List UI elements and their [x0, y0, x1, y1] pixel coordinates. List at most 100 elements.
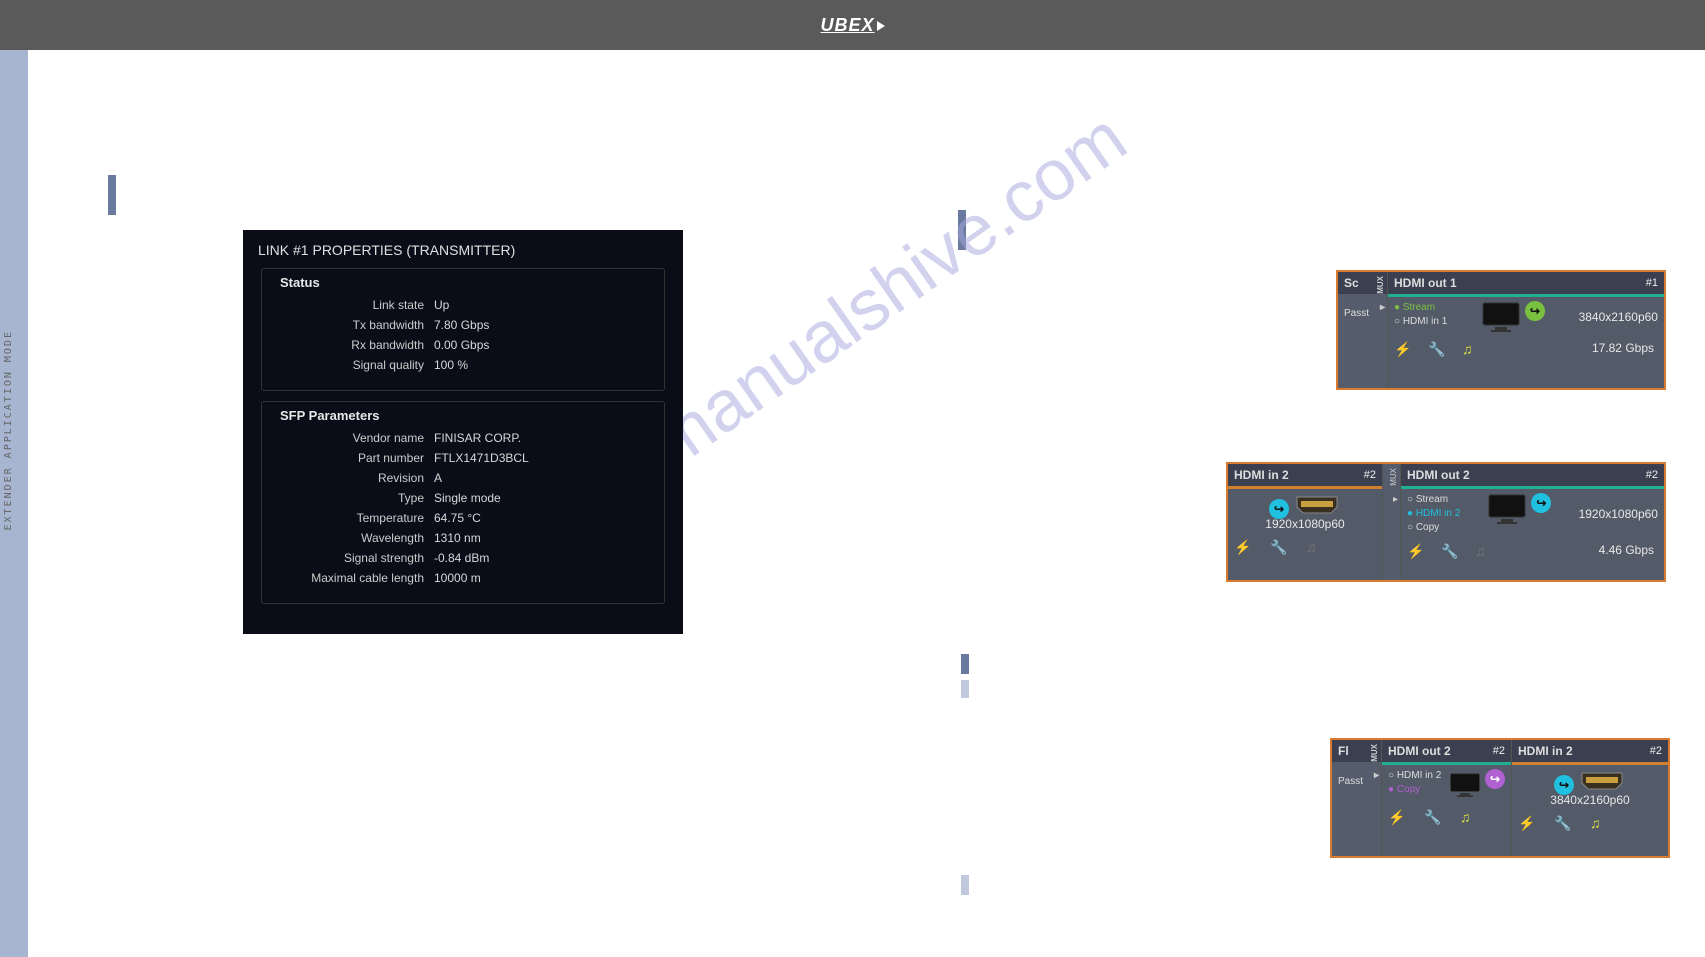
prop-label: Type: [274, 491, 434, 505]
input-header: HDMI in 2 #2: [1512, 740, 1668, 762]
side-header: Fl MUX ▸: [1332, 740, 1381, 762]
status-section-title: Status: [274, 275, 326, 290]
output-header: HDMI out 2 #2: [1382, 740, 1511, 762]
prop-value: Up: [434, 298, 449, 312]
prop-value: A: [434, 471, 442, 485]
key-icon: 🔧: [1554, 815, 1568, 829]
monitor-row: ↪: [1481, 301, 1545, 333]
marker: [958, 210, 966, 250]
output-title: HDMI out 2: [1407, 468, 1470, 482]
hdmi-2-tile[interactable]: HDMI in 2 #2 ↪ 1920x1080p60 ⚡ 🔧 ♫ MUX ▸: [1226, 462, 1666, 582]
audio-icon: ♫: [1590, 815, 1604, 829]
marker: [961, 875, 969, 895]
prop-row: Temperature64.75 °C: [274, 511, 652, 525]
prop-value: FTLX1471D3BCL: [434, 451, 529, 465]
hdmi-port-icon: [1293, 493, 1341, 517]
prop-label: Rx bandwidth: [274, 338, 434, 352]
sfp-section-title: SFP Parameters: [274, 408, 386, 423]
input-header: HDMI in 2 #2: [1228, 464, 1382, 486]
hdmi-3-tile[interactable]: Fl MUX ▸ Passt HDMI out 2 #2 HDMI in 2 C…: [1330, 738, 1670, 858]
source-hdmi[interactable]: HDMI in 2: [1407, 507, 1460, 521]
marker: [108, 175, 116, 215]
resolution: 3840x2160p60: [1579, 310, 1658, 324]
prop-row: TypeSingle mode: [274, 491, 652, 505]
port-number: #2: [1650, 745, 1662, 757]
plug-icon: ⚡: [1407, 543, 1421, 557]
monitor-icon: [1487, 493, 1527, 525]
key-icon: 🔧: [1441, 543, 1455, 557]
port-number: #2: [1364, 469, 1376, 481]
input-icon: ↪: [1554, 775, 1574, 795]
output-header: HDMI out 2 #2: [1401, 464, 1664, 486]
prop-row: Link stateUp: [274, 298, 652, 312]
source-copy[interactable]: Copy: [1407, 521, 1460, 535]
prop-label: Signal strength: [274, 551, 434, 565]
prop-value: 10000 m: [434, 571, 481, 585]
input-column: HDMI in 2 #2 ↪ 1920x1080p60 ⚡ 🔧 ♫: [1228, 464, 1383, 580]
source-copy[interactable]: Copy: [1388, 783, 1441, 797]
marker: [961, 680, 969, 698]
port-row: ↪: [1234, 493, 1376, 517]
prop-row: Wavelength1310 nm: [274, 531, 652, 545]
source-list: HDMI in 2 Copy: [1388, 769, 1441, 797]
port-number: #2: [1646, 469, 1658, 481]
prop-label: Part number: [274, 451, 434, 465]
output-resolution: 1920x1080p60: [1579, 507, 1658, 521]
input-footer-icons: ⚡ 🔧 ♫: [1228, 535, 1382, 557]
output-body: HDMI in 2 Copy ↪: [1382, 765, 1511, 805]
sfp-section: SFP Parameters Vendor nameFINISAR CORP. …: [261, 401, 665, 604]
prop-label: Vendor name: [274, 431, 434, 445]
monitor-icon: [1449, 769, 1481, 801]
prop-label: Tx bandwidth: [274, 318, 434, 332]
prop-row: Maximal cable length10000 m: [274, 571, 652, 585]
output-title: HDMI out 1: [1394, 276, 1457, 290]
port-row: ↪: [1518, 769, 1662, 793]
source-stream[interactable]: Stream: [1394, 301, 1447, 315]
port-number: #2: [1493, 745, 1505, 757]
mux-label: MUX: [1376, 276, 1385, 294]
side-sublabel: Passt: [1338, 776, 1363, 787]
prop-row: Tx bandwidth7.80 Gbps: [274, 318, 652, 332]
side-sublabel: Passt: [1344, 308, 1369, 319]
link-properties-panel: LINK #1 PROPERTIES (TRANSMITTER) Status …: [243, 230, 683, 634]
footer-icons: ⚡ 🔧 ♫ 17.82 Gbps: [1388, 337, 1664, 359]
output-column: HDMI out 2 #2 Stream HDMI in 2 Copy ↪ 19…: [1401, 464, 1664, 580]
side-header: Sc MUX ▸: [1338, 272, 1387, 294]
hdmi-out-1-tile[interactable]: Sc MUX ▸ Passt HDMI out 1 #1 Stream HDMI…: [1336, 270, 1666, 390]
plug-icon: ⚡: [1394, 341, 1408, 355]
plug-icon: ⚡: [1234, 539, 1248, 553]
bandwidth: 17.82 Gbps: [1592, 341, 1654, 355]
source-list: Stream HDMI in 1: [1394, 301, 1447, 329]
input-body: ↪ 1920x1080p60: [1228, 489, 1382, 535]
prop-row: Rx bandwidth0.00 Gbps: [274, 338, 652, 352]
bandwidth: 4.46 Gbps: [1599, 543, 1654, 557]
output-footer-icons: ⚡ 🔧 ♫ 4.46 Gbps: [1401, 539, 1664, 561]
plug-icon: ⚡: [1518, 815, 1532, 829]
prop-value: Single mode: [434, 491, 501, 505]
top-bar: UBEX: [0, 0, 1705, 50]
prop-value: 100 %: [434, 358, 468, 372]
key-icon: 🔧: [1428, 341, 1442, 355]
side-body: Passt: [1338, 294, 1387, 323]
arrow-right-icon: ▸: [1393, 494, 1398, 505]
source-hdmi[interactable]: HDMI in 1: [1394, 315, 1447, 329]
content-area: manualshive.com LINK #1 PROPERTIES (TRAN…: [28, 50, 1705, 957]
source-stream[interactable]: Stream: [1407, 493, 1460, 507]
output-title: HDMI out 2: [1388, 744, 1451, 758]
status-section: Status Link stateUp Tx bandwidth7.80 Gbp…: [261, 268, 665, 391]
monitor-row: ↪: [1449, 769, 1505, 801]
prop-label: Temperature: [274, 511, 434, 525]
input-column: HDMI in 2 #2 ↪ 3840x2160p60 ⚡ 🔧 ♫: [1512, 740, 1668, 856]
audio-icon: ♫: [1475, 543, 1489, 557]
output-column: HDMI out 2 #2 HDMI in 2 Copy ↪ ⚡ 🔧 ♫: [1382, 740, 1512, 856]
input-title: HDMI in 2: [1234, 468, 1289, 482]
prop-value: 7.80 Gbps: [434, 318, 489, 332]
hdmi-port-icon: [1578, 769, 1626, 793]
source-hdmi[interactable]: HDMI in 2: [1388, 769, 1441, 783]
side-label: Fl: [1338, 744, 1349, 758]
side-text: EXTENDER APPLICATION MODE: [3, 330, 14, 531]
audio-icon: ♫: [1460, 809, 1474, 823]
output-body: Stream HDMI in 1 ↪ 3840x2160p60: [1388, 297, 1664, 337]
prop-value: 1310 nm: [434, 531, 481, 545]
output-header: HDMI out 1 #1: [1388, 272, 1664, 294]
